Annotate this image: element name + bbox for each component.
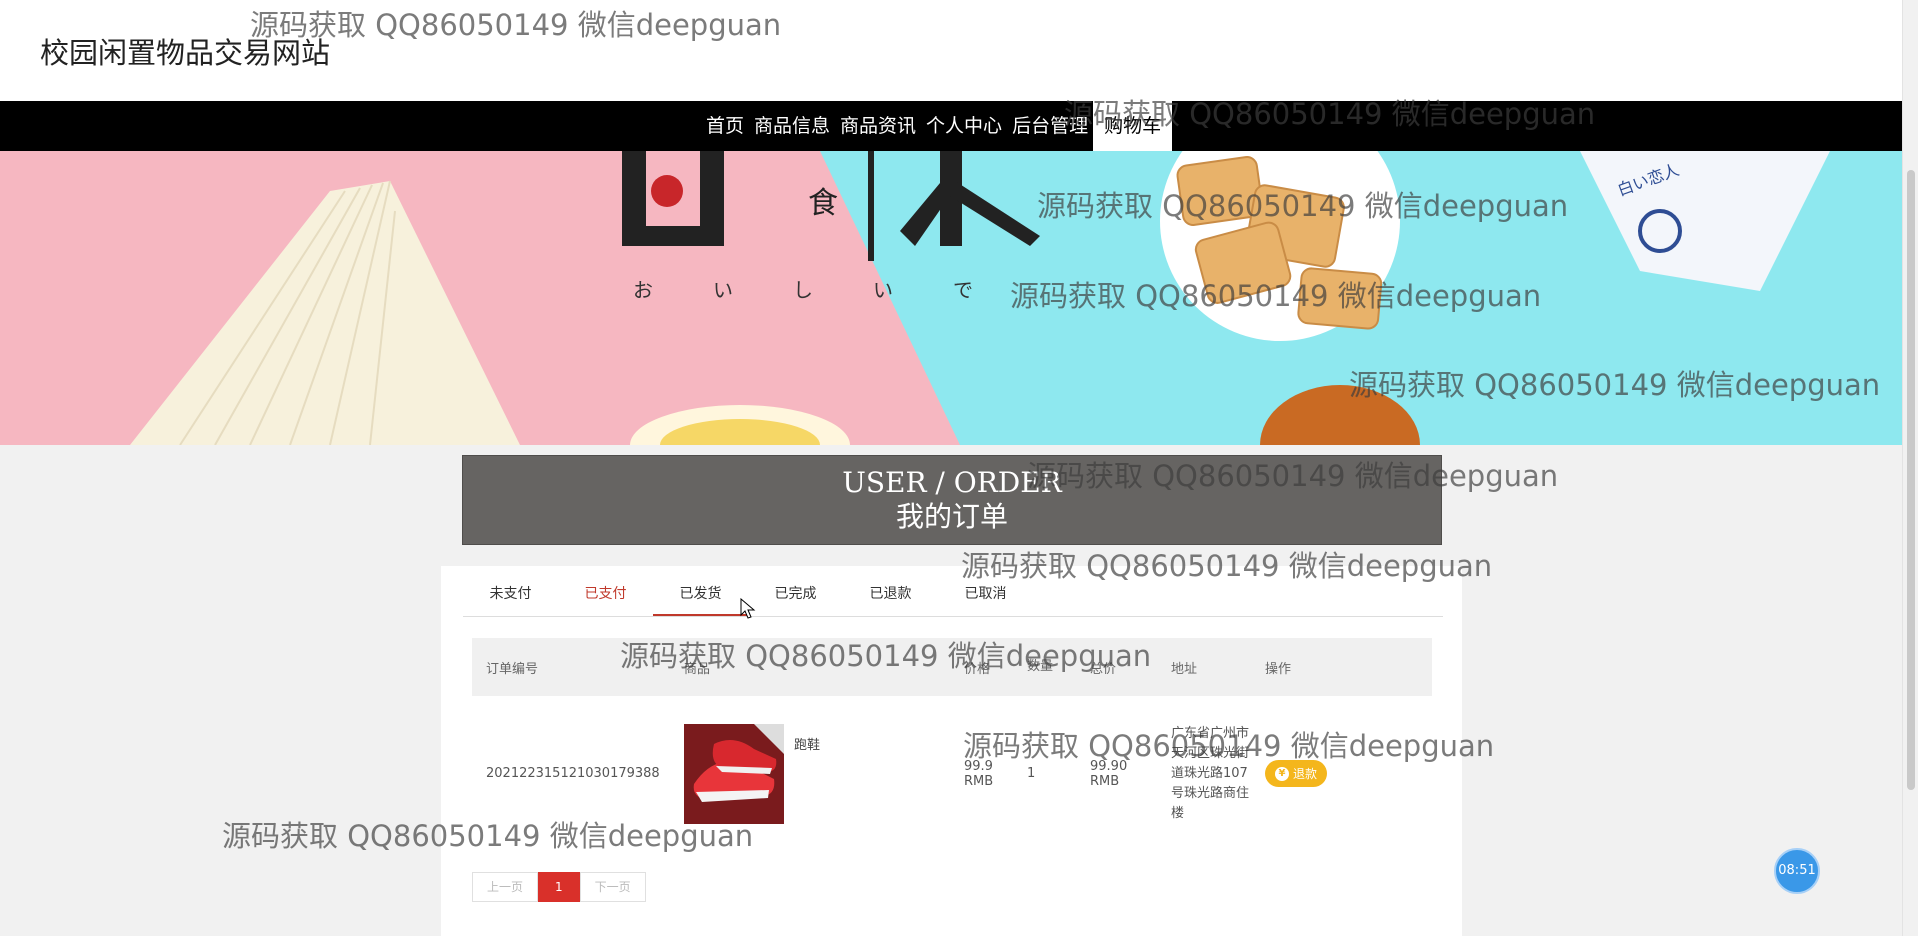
column-header-action: 操作 <box>1265 661 1292 677</box>
refund-button[interactable]: ¥ 退款 <box>1265 760 1328 787</box>
order-title-en: USER / ORDER <box>842 466 1062 499</box>
site-title: 校园闲置物品交易网站 <box>40 36 331 70</box>
next-page-button[interactable]: 下一页 <box>579 872 646 902</box>
column-header-total: 总价 <box>1090 661 1117 677</box>
column-header-price: 价格 <box>964 661 991 677</box>
nav-products[interactable]: 商品信息 <box>749 101 835 151</box>
hero-banner: 食 本 お い し い で 白い恋人 <box>0 151 1902 445</box>
nav-profile[interactable]: 个人中心 <box>921 101 1007 151</box>
column-header-product: 商品 <box>684 661 711 677</box>
order-panel: 未支付 已支付 已发货 已完成 已退款 已取消 订单编号 商品 价格 数量 总价… <box>441 566 1462 936</box>
nav-home[interactable]: 首页 <box>701 101 749 151</box>
column-header-address: 地址 <box>1171 661 1198 677</box>
quantity: 1 <box>1027 766 1036 781</box>
tab-cancelled[interactable]: 已取消 <box>938 576 1033 616</box>
order-status-tabs: 未支付 已支付 已发货 已完成 已退款 已取消 <box>463 576 1443 617</box>
table-row: 20212231512103017​9388 跑鞋 99.9 RMB 1 99.… <box>472 696 1432 851</box>
order-title-cn: 我的订单 <box>895 500 1008 533</box>
column-header-quantity: 数量 <box>1027 659 1054 674</box>
column-header-order-no: 订单编号 <box>486 661 539 677</box>
svg-text:し: し <box>793 278 813 302</box>
tab-paid[interactable]: 已支付 <box>558 576 653 616</box>
refund-label: 退款 <box>1293 767 1318 781</box>
yen-icon: ¥ <box>1275 766 1289 781</box>
total-price: 99.90 RMB <box>1090 758 1128 789</box>
product-name[interactable]: 跑鞋 <box>794 734 820 753</box>
svg-text:で: で <box>953 278 973 302</box>
svg-text:お: お <box>633 278 653 302</box>
order-header: USER / ORDER 我的订单 <box>462 455 1442 545</box>
nav-admin[interactable]: 后台管理 <box>1007 101 1093 151</box>
product-cell: 跑鞋 <box>670 723 950 824</box>
tab-unpaid[interactable]: 未支付 <box>463 576 558 616</box>
nav-cart[interactable]: 购物车 <box>1093 101 1173 151</box>
price: 99.9 RMB <box>964 758 994 789</box>
tab-shipped[interactable]: 已发货 <box>653 576 748 616</box>
prev-page-button[interactable]: 上一页 <box>472 872 539 902</box>
floating-clock[interactable]: 08:51 <box>1774 848 1820 894</box>
svg-text:い: い <box>713 278 733 302</box>
current-page-button[interactable]: 1 <box>538 872 580 902</box>
main-nav: 首页 商品信息 商品资讯 个人中心 后台管理 购物车 <box>0 101 1902 151</box>
running-shoe-icon <box>684 723 784 824</box>
tab-refunded[interactable]: 已退款 <box>843 576 938 616</box>
banner-illustration: 食 本 お い し い で 白い恋人 <box>0 151 1902 445</box>
order-number: 20212231512103017​9388 <box>486 766 660 781</box>
scrollbar-thumb[interactable] <box>1907 170 1915 790</box>
table-header: 订单编号 商品 价格 数量 总价 地址 操作 <box>472 638 1432 696</box>
mouse-cursor-icon <box>740 598 756 619</box>
tab-completed[interactable]: 已完成 <box>748 576 843 616</box>
banner-char-shoku: 食 <box>808 186 838 221</box>
nav-news[interactable]: 商品资讯 <box>835 101 921 151</box>
svg-text:い: い <box>873 278 893 302</box>
site-header: 校园闲置物品交易网站 <box>0 0 1902 101</box>
action-cell: ¥ 退款 <box>1251 760 1432 787</box>
address: 广东省广州市天河区珠光街道珠光路107号珠光路商住楼 <box>1171 725 1250 821</box>
page-scrollbar[interactable] <box>1902 0 1918 936</box>
pagination: 上一页 1 下一页 <box>472 872 646 902</box>
order-table: 订单编号 商品 价格 数量 总价 地址 操作 20212231512103017… <box>472 638 1432 851</box>
product-image[interactable] <box>684 723 784 824</box>
